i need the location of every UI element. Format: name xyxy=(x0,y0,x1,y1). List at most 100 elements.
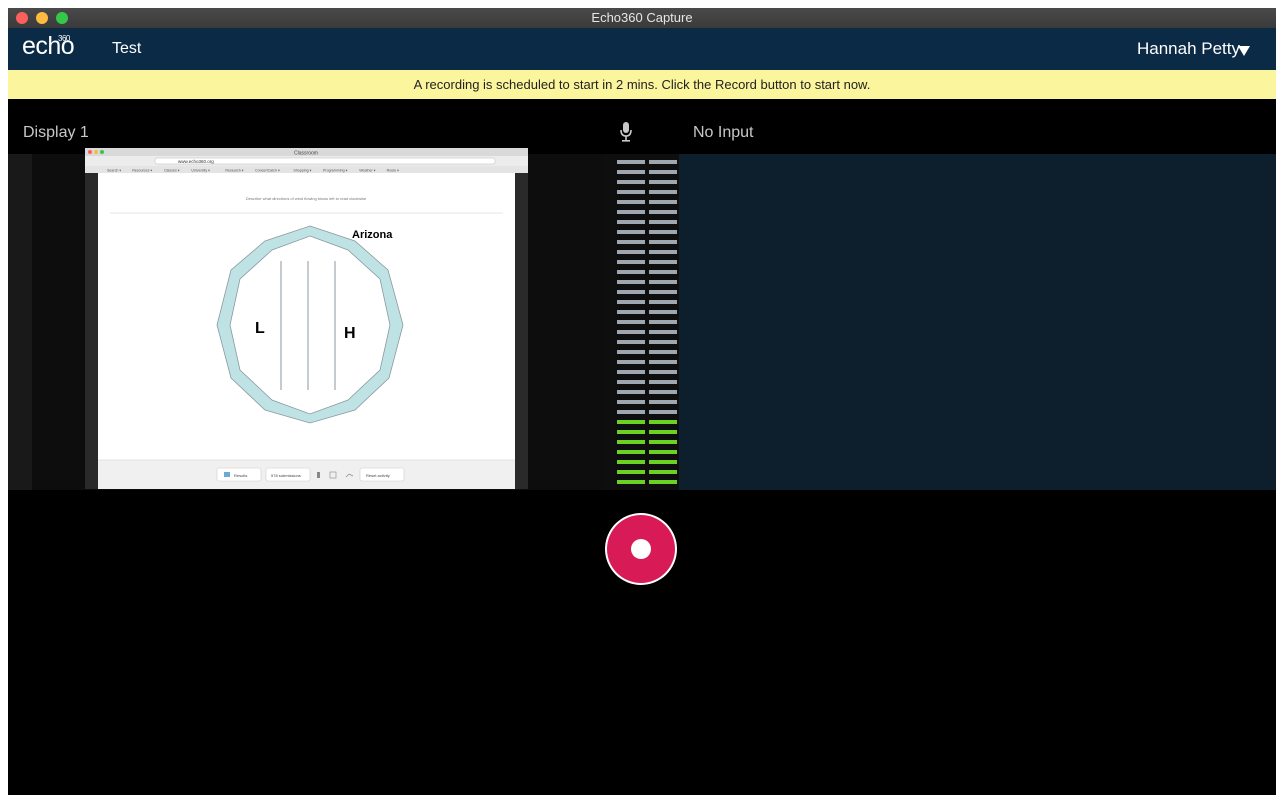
meter-segment-26-1 xyxy=(649,420,677,424)
preview-nav-menu-7: Programming ▾ xyxy=(323,169,348,173)
meter-segment-14-0 xyxy=(617,300,645,304)
preview-nav-menu-0: Search ▾ xyxy=(107,169,121,173)
microphone-icon[interactable] xyxy=(619,122,633,142)
meter-segment-8-1 xyxy=(649,240,677,244)
meter-segment-1-0 xyxy=(617,170,645,174)
schedule-banner: A recording is scheduled to start in 2 m… xyxy=(8,70,1276,99)
capture-title: Test xyxy=(112,40,142,57)
meter-segment-22-1 xyxy=(649,380,677,384)
meter-segment-25-1 xyxy=(649,410,677,414)
meter-segment-9-1 xyxy=(649,250,677,254)
meter-segment-30-1 xyxy=(649,460,677,464)
meter-segment-32-0 xyxy=(617,480,645,484)
meter-segment-21-1 xyxy=(649,370,677,374)
meter-segment-27-1 xyxy=(649,430,677,434)
meter-segment-6-1 xyxy=(649,220,677,224)
meter-segment-7-0 xyxy=(617,230,645,234)
meter-segment-5-1 xyxy=(649,210,677,214)
meter-segment-13-0 xyxy=(617,290,645,294)
preview-nav-menu-4: Research ▾ xyxy=(225,169,243,173)
meter-segment-4-0 xyxy=(617,200,645,204)
meter-segment-12-1 xyxy=(649,280,677,284)
preview-nav-menu-6: Shopping ▾ xyxy=(293,169,311,173)
meter-segment-11-0 xyxy=(617,270,645,274)
record-button[interactable] xyxy=(607,515,675,583)
preview-region-label: Arizona xyxy=(352,229,393,241)
display-pane-strip xyxy=(8,154,32,490)
meter-segment-9-0 xyxy=(617,250,645,254)
audio-preview-pane xyxy=(679,154,1276,490)
meter-segment-20-0 xyxy=(617,360,645,364)
meter-segment-1-1 xyxy=(649,170,677,174)
preview-reset: Reset activity xyxy=(366,473,390,478)
preview-instruction: Describe what directions of wind flowing… xyxy=(246,196,367,201)
meter-segment-29-0 xyxy=(617,450,645,454)
screen-capture-preview: Classroom www.echo360.org Search ▾ Resour… xyxy=(85,148,528,489)
user-menu-button[interactable]: Hannah Petty xyxy=(1137,39,1240,59)
display-thumbnail: Classroom www.echo360.org Search ▾ Resour… xyxy=(85,148,528,489)
caret-down-icon[interactable] xyxy=(1238,46,1250,56)
preview-nav-menu-8: Weather ▾ xyxy=(359,169,376,173)
meter-segment-22-0 xyxy=(617,380,645,384)
meter-segment-14-1 xyxy=(649,300,677,304)
echo360-logo: echo 360 xyxy=(22,32,75,60)
preview-high-label: H xyxy=(344,325,356,342)
meter-segment-27-0 xyxy=(617,430,645,434)
display-source-label: Display 1 xyxy=(23,124,89,141)
meter-segment-17-1 xyxy=(649,330,677,334)
meter-segment-23-0 xyxy=(617,390,645,394)
app-header: echo 360 Test Hannah Petty xyxy=(8,28,1276,70)
meter-segment-24-1 xyxy=(649,400,677,404)
meter-segment-2-1 xyxy=(649,180,677,184)
meter-segment-24-0 xyxy=(617,400,645,404)
meter-segment-31-1 xyxy=(649,470,677,474)
meter-segment-26-0 xyxy=(617,420,645,424)
meter-segment-23-1 xyxy=(649,390,677,394)
meter-segment-6-0 xyxy=(617,220,645,224)
meter-segment-12-0 xyxy=(617,280,645,284)
preview-results: Results xyxy=(234,473,247,478)
meter-segment-32-1 xyxy=(649,480,677,484)
meter-segment-0-0 xyxy=(617,160,645,164)
meter-segment-4-1 xyxy=(649,200,677,204)
preview-nav-menu-2: Classes ▾ xyxy=(164,169,180,173)
meter-segment-10-1 xyxy=(649,260,677,264)
meter-segment-31-0 xyxy=(617,470,645,474)
title-bar[interactable]: Echo360 Capture xyxy=(8,8,1276,28)
record-icon xyxy=(631,539,651,559)
meter-segment-10-0 xyxy=(617,260,645,264)
meter-segment-28-1 xyxy=(649,440,677,444)
meter-segment-0-1 xyxy=(649,160,677,164)
meter-segment-20-1 xyxy=(649,360,677,364)
meter-segment-2-0 xyxy=(617,180,645,184)
preview-submissions: 578 submissions xyxy=(271,473,301,478)
meter-segment-21-0 xyxy=(617,370,645,374)
window-title: Echo360 Capture xyxy=(591,10,693,25)
app-window: Echo360 Capture echo 360 Test Hannah Pett… xyxy=(8,8,1276,795)
meter-segment-25-0 xyxy=(617,410,645,414)
meter-segment-3-1 xyxy=(649,190,677,194)
meter-segment-17-0 xyxy=(617,330,645,334)
preview-app-title: Classroom xyxy=(294,151,318,157)
meter-segment-11-1 xyxy=(649,270,677,274)
preview-nav-menu-1: Resources ▾ xyxy=(132,169,152,173)
audio-source-label: No Input xyxy=(693,124,754,141)
preview-nav-menu-9: Route ▾ xyxy=(387,169,400,173)
meter-segment-13-1 xyxy=(649,290,677,294)
meter-segment-8-0 xyxy=(617,240,645,244)
preview-low-label: L xyxy=(255,320,265,337)
meter-segment-16-0 xyxy=(617,320,645,324)
preview-nav-menu-5: ConcertCatch ▾ xyxy=(255,169,280,173)
meter-segment-19-1 xyxy=(649,350,677,354)
meter-segment-15-1 xyxy=(649,310,677,314)
preview-url: www.echo360.org xyxy=(178,159,214,164)
preview-nav-menu-3: University ▾ xyxy=(191,169,210,173)
meter-segment-18-1 xyxy=(649,340,677,344)
audio-level-meter xyxy=(603,154,679,490)
audio-level-bars xyxy=(617,160,677,484)
meter-segment-19-0 xyxy=(617,350,645,354)
meter-segment-16-1 xyxy=(649,320,677,324)
meter-segment-28-0 xyxy=(617,440,645,444)
meter-segment-5-0 xyxy=(617,210,645,214)
meter-segment-3-0 xyxy=(617,190,645,194)
